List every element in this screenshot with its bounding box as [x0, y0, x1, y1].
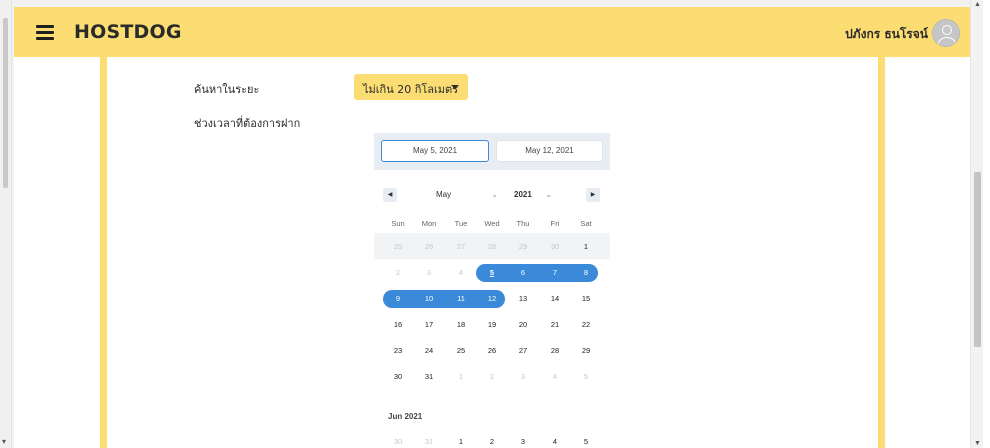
user-name[interactable]: ปภังกร ธนโรจน์	[845, 25, 928, 44]
right-scrollbar[interactable]: ▲ ▼	[970, 0, 983, 448]
calendar-day[interactable]: 29	[570, 342, 602, 360]
calendar-day: 4	[552, 372, 558, 381]
weekday-label: Wed	[484, 219, 500, 228]
weekday-label: Mon	[421, 219, 437, 228]
calendar-day[interactable]: 17	[413, 316, 445, 334]
brand-logo[interactable]: HOSTDOG	[74, 21, 182, 43]
calendar-day[interactable]: 26	[476, 342, 508, 360]
calendar-day[interactable]: 27	[507, 342, 539, 360]
calendar-day: 31	[424, 437, 434, 446]
weekday-label: Fri	[550, 219, 560, 228]
left-border-bar	[100, 57, 107, 448]
left-scrollbar-thumb[interactable]	[3, 18, 8, 188]
calendar-day[interactable]: 8	[570, 264, 602, 282]
calendar-day[interactable]: 16	[382, 316, 414, 334]
calendar-day: 2	[489, 372, 495, 381]
chevron-down-icon: ⌄	[491, 190, 498, 199]
calendar-day[interactable]: 3	[507, 433, 539, 448]
scroll-up-arrow-icon[interactable]: ▲	[974, 1, 981, 8]
caret-down-icon	[451, 85, 459, 89]
calendar-day[interactable]: 28	[539, 342, 571, 360]
scroll-down-arrow-icon[interactable]: ▾	[2, 437, 6, 446]
calendar-day: 3	[520, 372, 526, 381]
weekday-label: Sat	[580, 219, 592, 228]
calendar-day: 28	[487, 242, 497, 251]
calendar-day[interactable]: 5	[570, 433, 602, 448]
calendar-day[interactable]: 5	[476, 264, 508, 282]
window-edge	[983, 0, 990, 448]
calendar-day[interactable]: 14	[539, 290, 571, 308]
calendar-day[interactable]: 13	[507, 290, 539, 308]
search-range-label: ค้นหาในระยะ	[194, 83, 260, 96]
calendar-day: 5	[583, 372, 589, 381]
calendar-day[interactable]: 30	[382, 368, 414, 386]
calendar-day[interactable]: 10	[413, 290, 445, 308]
calendar-day: 25	[393, 242, 403, 251]
prev-month-button[interactable]: ◀	[383, 188, 397, 202]
next-month-label: Jun 2021	[388, 412, 423, 421]
weekday-label: Tue	[454, 219, 468, 228]
left-scrollbar[interactable]: ▾	[0, 0, 12, 448]
calendar-day[interactable]: 25	[445, 342, 477, 360]
calendar-day[interactable]: 21	[539, 316, 571, 334]
calendar-day[interactable]: 31	[413, 368, 445, 386]
calendar-day[interactable]: 24	[413, 342, 445, 360]
month-select[interactable]: May ⌄	[436, 188, 498, 202]
calendar-day[interactable]: 7	[539, 264, 571, 282]
right-border-bar	[878, 57, 885, 448]
next-month-button[interactable]: ▶	[586, 188, 600, 202]
weekday-label: Sun	[391, 219, 405, 228]
distance-dropdown[interactable]: ไม่เกิน 20 กิโลเมตร	[354, 74, 468, 100]
main-content: ค้นหาในระยะ ไม่เกิน 20 กิโลเมตร ช่วงเวลา…	[14, 57, 970, 448]
calendar-day[interactable]: 23	[382, 342, 414, 360]
calendar-header: ◀ May ⌄ 2021 ⌄ ▶	[374, 185, 610, 205]
user-avatar-icon[interactable]	[932, 19, 960, 47]
month-select-value: May	[436, 190, 452, 199]
calendar-day[interactable]: 19	[476, 316, 508, 334]
distance-dropdown-label: ไม่เกิน 20 กิโลเมตร	[363, 83, 459, 96]
calendar-day[interactable]: 22	[570, 316, 602, 334]
calendar-day[interactable]: 4	[539, 433, 571, 448]
calendar-day[interactable]: 11	[445, 290, 477, 308]
calendar-day: 29	[518, 242, 528, 251]
year-select-value: 2021	[514, 190, 532, 199]
calendar-day: 4	[458, 268, 464, 277]
chevron-down-icon: ⌄	[545, 190, 552, 199]
calendar-day[interactable]: 1	[445, 433, 477, 448]
year-select[interactable]: 2021 ⌄	[514, 188, 552, 202]
calendar-day[interactable]: 15	[570, 290, 602, 308]
calendar-day: 2	[395, 268, 401, 277]
top-navbar: HOSTDOG ปภังกร ธนโรจน์	[14, 7, 970, 57]
weekday-label: Thu	[516, 219, 530, 228]
calendar-day: 1	[458, 372, 464, 381]
hamburger-menu-icon[interactable]	[36, 25, 54, 40]
browser-window: ▾ HOSTDOG ปภังกร ธนโรจน์ ค้นหาในระยะ ไม่…	[0, 0, 990, 448]
scroll-down-arrow-icon[interactable]: ▼	[974, 440, 981, 447]
calendar-day: 27	[456, 242, 466, 251]
calendar-day[interactable]: 6	[507, 264, 539, 282]
end-date-input[interactable]: May 12, 2021	[496, 140, 603, 162]
calendar-day[interactable]: 18	[445, 316, 477, 334]
calendar-day: 3	[426, 268, 432, 277]
date-inputs-bar: May 5, 2021 May 12, 2021	[374, 133, 610, 170]
calendar-day[interactable]: 9	[382, 290, 414, 308]
time-period-label: ช่วงเวลาที่ต้องการฝาก	[194, 117, 301, 130]
right-scrollbar-thumb[interactable]	[974, 172, 981, 347]
calendar-day[interactable]: 1	[570, 238, 602, 256]
calendar-day: 30	[550, 242, 560, 251]
calendar-day[interactable]: 2	[476, 433, 508, 448]
calendar-day[interactable]: 12	[476, 290, 508, 308]
calendar-day: 30	[393, 437, 403, 446]
date-range-picker: May 5, 2021 May 12, 2021 ◀ May ⌄ 2021 ⌄ …	[374, 133, 610, 448]
calendar-day[interactable]: 20	[507, 316, 539, 334]
calendar-day: 26	[424, 242, 434, 251]
start-date-input[interactable]: May 5, 2021	[381, 140, 489, 162]
